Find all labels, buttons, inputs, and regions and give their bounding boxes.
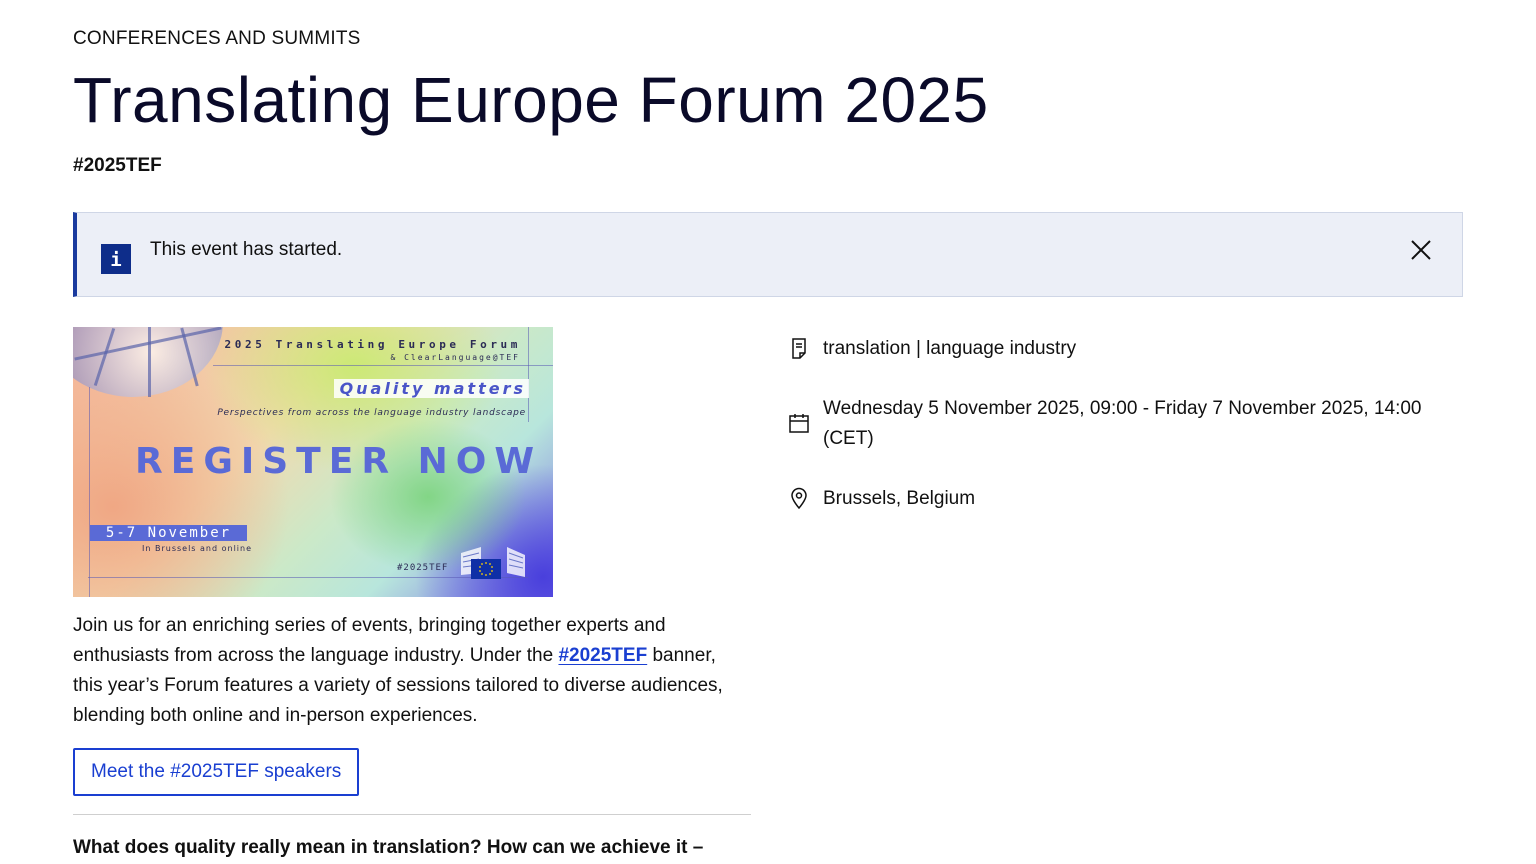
topics-text: translation | language industry <box>823 338 1077 359</box>
section-divider <box>73 814 751 815</box>
banner-tagline: Quality matters <box>333 379 529 398</box>
info-icon: i <box>101 244 131 274</box>
event-status-alert: i This event has started. <box>73 212 1463 297</box>
page-title: Translating Europe Forum 2025 <box>73 64 989 136</box>
event-category: CONFERENCES AND SUMMITS <box>73 28 361 49</box>
close-icon <box>1411 240 1431 260</box>
banner-frame-line <box>528 327 529 422</box>
meta-datetime: Wednesday 5 November 2025, 09:00 - Frida… <box>787 394 1463 454</box>
alert-message: This event has started. <box>150 239 343 260</box>
location-pin-icon <box>791 487 807 510</box>
hashtag-link[interactable]: #2025TEF <box>558 645 647 666</box>
banner-globe-line <box>148 327 151 397</box>
location-text: Brussels, Belgium <box>823 488 976 509</box>
banner-hashtag: #2025TEF <box>397 563 449 573</box>
meta-location: Brussels, Belgium <box>787 484 975 514</box>
event-hashtag: #2025TEF <box>73 155 162 176</box>
calendar-icon <box>789 414 809 433</box>
meta-topics: translation | language industry <box>787 334 1076 364</box>
european-commission-logo <box>461 547 525 579</box>
close-alert-button[interactable] <box>1408 237 1434 263</box>
banner-title: 2025 Translating Europe Forum <box>224 338 521 351</box>
event-intro: Join us for an enriching series of event… <box>73 611 743 731</box>
banner-frame-line <box>89 387 90 597</box>
banner-subtitle: & ClearLanguage@TEF <box>390 353 520 362</box>
quality-question-heading: What does quality really mean in transla… <box>73 837 704 858</box>
banner-perspectives: Perspectives from across the language in… <box>217 408 526 418</box>
datetime-text: Wednesday 5 November 2025, 09:00 - Frida… <box>823 398 1422 449</box>
document-icon <box>792 338 806 359</box>
event-banner-image: 2025 Translating Europe Forum & ClearLan… <box>73 327 553 597</box>
meet-speakers-button[interactable]: Meet the #2025TEF speakers <box>73 748 360 796</box>
banner-location: In Brussels and online <box>142 544 253 553</box>
banner-frame-line <box>213 365 553 366</box>
banner-dates: 5-7 November <box>90 525 247 541</box>
banner-register-now: REGISTER NOW <box>135 441 543 482</box>
